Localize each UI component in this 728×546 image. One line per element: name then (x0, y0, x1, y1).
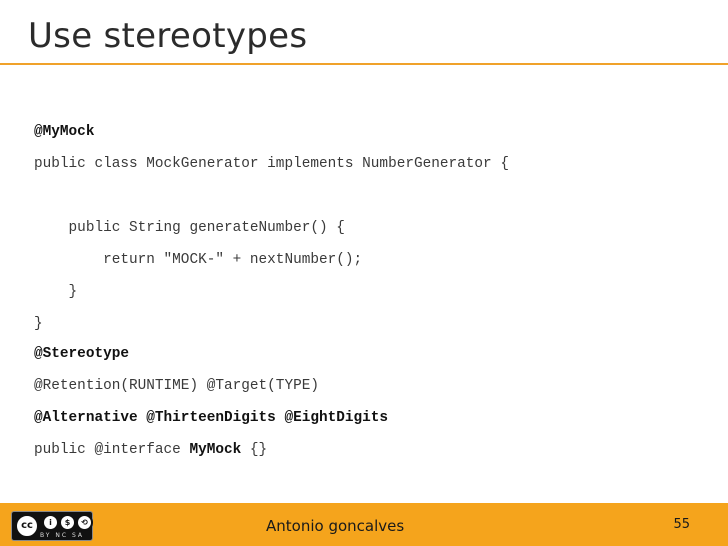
slide-title: Use stereotypes (28, 16, 308, 56)
title-divider (0, 63, 728, 65)
code-line: @Alternative @ThirteenDigits @EightDigit… (34, 410, 388, 426)
code-text: public class MockGenerator implements Nu… (34, 156, 509, 172)
code-line: @Stereotype (34, 346, 129, 362)
code-keyword-bold: @Alternative @ThirteenDigits @EightDigit… (34, 410, 389, 426)
page-number: 55 (673, 517, 690, 532)
code-line: @MyMock (34, 124, 94, 140)
code-keyword-bold: @Stereotype (34, 346, 129, 362)
code-line: return "MOCK-" + nextNumber(); (34, 252, 362, 268)
code-line: public String generateNumber() { (34, 220, 345, 236)
footer-bar: cc i $ ⟲ BY NC SA Antonio goncalves 55 (0, 503, 728, 546)
code-line: public class MockGenerator implements Nu… (34, 156, 509, 172)
author-name: Antonio goncalves (266, 517, 405, 535)
code-text: {} (241, 442, 268, 458)
code-keyword-bold: @MyMock (34, 124, 95, 140)
code-line: public @interface MyMock {} (34, 442, 267, 458)
code-text: return "MOCK-" + nextNumber(); (34, 252, 363, 268)
code-line: } (34, 284, 78, 300)
code-line: @Retention(RUNTIME) @Target(TYPE) (34, 378, 319, 394)
by-icon: i (42, 514, 59, 531)
cc-icon: cc (15, 514, 39, 538)
code-keyword-bold: MyMock (189, 442, 242, 458)
cc-license-badge[interactable]: cc i $ ⟲ BY NC SA (11, 511, 93, 541)
code-text: } (34, 316, 43, 332)
code-text: public String generateNumber() { (34, 220, 345, 236)
sa-icon: ⟲ (76, 514, 93, 531)
code-text: public @interface (34, 442, 190, 458)
cc-strip-text: BY NC SA (40, 532, 84, 539)
code-line: } (34, 316, 43, 332)
code-text: } (34, 284, 78, 300)
code-text: @Retention(RUNTIME) @Target(TYPE) (34, 378, 319, 394)
nc-icon: $ (59, 514, 76, 531)
